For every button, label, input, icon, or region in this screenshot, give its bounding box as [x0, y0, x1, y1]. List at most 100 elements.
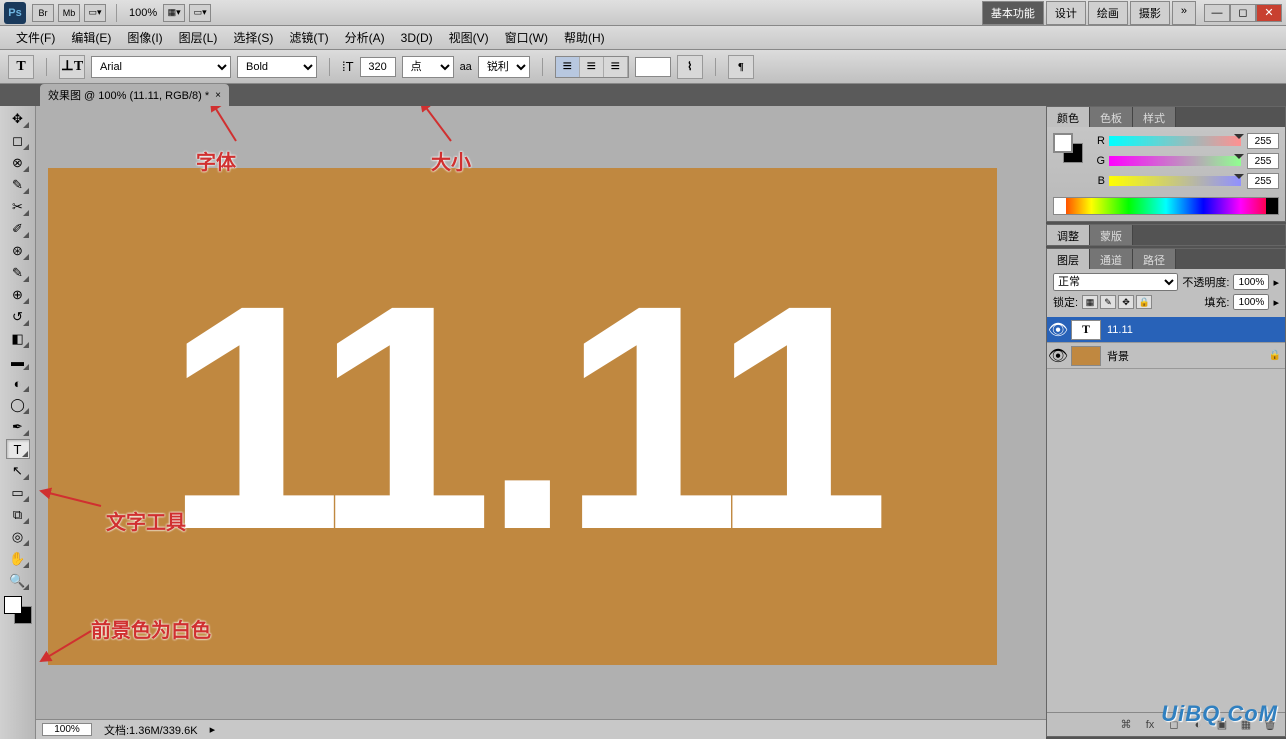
type-tool[interactable]: T: [6, 439, 30, 459]
workspace-tab-photography[interactable]: 摄影: [1130, 1, 1170, 25]
menu-help[interactable]: 帮助(H): [556, 26, 613, 49]
layer-name[interactable]: 11.11: [1107, 324, 1133, 336]
tab-masks[interactable]: 蒙版: [1090, 225, 1133, 245]
panel-fg-swatch[interactable]: [1053, 133, 1073, 153]
view-extras-button[interactable]: ▦▾: [163, 4, 185, 22]
tab-adjustments[interactable]: 调整: [1047, 225, 1090, 245]
shape-tool[interactable]: ▭: [6, 483, 30, 503]
workspace-tab-painting[interactable]: 绘画: [1088, 1, 1128, 25]
status-zoom-input[interactable]: [42, 723, 92, 736]
r-value[interactable]: [1247, 133, 1279, 149]
font-family-select[interactable]: Arial: [91, 56, 231, 78]
layer-item-background[interactable]: 👁 背景 🔒: [1047, 343, 1285, 369]
menu-layer[interactable]: 图层(L): [171, 26, 226, 49]
gradient-tool[interactable]: ▬: [6, 351, 30, 371]
canvas[interactable]: 11.11: [48, 168, 997, 665]
font-size-input[interactable]: [360, 57, 396, 77]
layer-fx-icon[interactable]: fx: [1141, 717, 1159, 733]
tab-channels[interactable]: 通道: [1090, 249, 1133, 269]
lock-transparency-icon[interactable]: ▦: [1082, 295, 1098, 309]
blur-tool[interactable]: ◐: [6, 373, 30, 393]
warp-text-button[interactable]: ⌇: [677, 55, 703, 79]
lock-pixels-icon[interactable]: ✎: [1100, 295, 1116, 309]
tool-preset-icon[interactable]: T: [8, 55, 34, 79]
g-value[interactable]: [1247, 153, 1279, 169]
path-select-tool[interactable]: ↖: [6, 461, 30, 481]
font-style-select[interactable]: Bold: [237, 56, 317, 78]
close-button[interactable]: ✕: [1256, 4, 1282, 22]
3d-tool[interactable]: ⧉: [6, 505, 30, 525]
brush-tool[interactable]: ✎: [6, 263, 30, 283]
opacity-input[interactable]: [1233, 274, 1269, 290]
antialias-select[interactable]: 锐利: [478, 56, 530, 78]
lock-all-icon[interactable]: 🔒: [1136, 295, 1152, 309]
layer-name[interactable]: 背景: [1107, 348, 1129, 364]
document-tab-close[interactable]: ×: [215, 90, 221, 101]
tab-swatches[interactable]: 色板: [1090, 107, 1133, 127]
crop-tool[interactable]: ✂: [6, 197, 30, 217]
align-center-button[interactable]: ≡: [580, 57, 604, 77]
hand-tool[interactable]: ✋: [6, 549, 30, 569]
layer-item-text[interactable]: 👁 T 11.11: [1047, 317, 1285, 343]
layer-thumb-text[interactable]: T: [1071, 320, 1101, 340]
foreground-color-swatch[interactable]: [4, 596, 22, 614]
eraser-tool[interactable]: ◧: [6, 329, 30, 349]
pen-tool[interactable]: ✒: [6, 417, 30, 437]
workspace-tab-design[interactable]: 设计: [1046, 1, 1086, 25]
quick-select-tool[interactable]: ✎: [6, 175, 30, 195]
eye-icon[interactable]: 👁: [1051, 323, 1065, 337]
marquee-tool[interactable]: ◻: [6, 131, 30, 151]
blend-mode-select[interactable]: 正常: [1053, 273, 1178, 291]
eyedropper-tool[interactable]: ✐: [6, 219, 30, 239]
layer-thumb-bg[interactable]: [1071, 346, 1101, 366]
3d-camera-tool[interactable]: ◎: [6, 527, 30, 547]
minibridge-button[interactable]: Mb: [58, 4, 80, 22]
workspace-more-button[interactable]: »: [1172, 1, 1196, 25]
stamp-tool[interactable]: ⊕: [6, 285, 30, 305]
dodge-tool[interactable]: ◯: [6, 395, 30, 415]
align-right-button[interactable]: ≡: [604, 57, 628, 77]
menu-edit[interactable]: 编辑(E): [63, 26, 119, 49]
link-layers-icon[interactable]: ⌘: [1117, 717, 1135, 733]
b-value[interactable]: [1247, 173, 1279, 189]
tab-styles[interactable]: 样式: [1133, 107, 1176, 127]
tab-layers[interactable]: 图层: [1047, 249, 1090, 269]
zoom-level[interactable]: 100%: [129, 7, 157, 19]
screen-mode-button[interactable]: ▭▾: [84, 4, 106, 22]
menu-select[interactable]: 选择(S): [225, 26, 281, 49]
character-panel-button[interactable]: ¶: [728, 55, 754, 79]
move-tool[interactable]: ✥: [6, 109, 30, 129]
color-picker[interactable]: [4, 596, 32, 624]
zoom-tool[interactable]: 🔍: [6, 571, 30, 591]
opacity-arrow-icon[interactable]: ▸: [1273, 276, 1279, 289]
r-slider[interactable]: [1109, 136, 1241, 146]
status-arrow-icon[interactable]: ▸: [210, 723, 216, 736]
menu-filter[interactable]: 滤镜(T): [281, 26, 336, 49]
workspace-tab-essentials[interactable]: 基本功能: [982, 1, 1044, 25]
lasso-tool[interactable]: ⊗: [6, 153, 30, 173]
fill-input[interactable]: [1233, 294, 1269, 310]
menu-window[interactable]: 窗口(W): [497, 26, 556, 49]
healing-tool[interactable]: ⊛: [6, 241, 30, 261]
lock-position-icon[interactable]: ✥: [1118, 295, 1134, 309]
align-left-button[interactable]: ≡: [556, 57, 580, 77]
canvas-text-layer[interactable]: 11.11: [165, 257, 880, 577]
spectrum-bar[interactable]: [1053, 197, 1279, 215]
minimize-button[interactable]: —: [1204, 4, 1230, 22]
eye-icon[interactable]: 👁: [1051, 349, 1065, 363]
menu-image[interactable]: 图像(I): [119, 26, 170, 49]
document-tab[interactable]: 效果图 @ 100% (11.11, RGB/8) * ×: [40, 84, 229, 106]
text-orientation-button[interactable]: ⊥T: [59, 55, 85, 79]
tab-paths[interactable]: 路径: [1133, 249, 1176, 269]
canvas-area[interactable]: 11.11 字体 大小 文字工具 前景色为白色: [36, 106, 1046, 739]
text-color-swatch[interactable]: [635, 57, 671, 77]
menu-file[interactable]: 文件(F): [8, 26, 63, 49]
font-size-unit-select[interactable]: 点: [402, 56, 454, 78]
arrange-button[interactable]: ▭▾: [189, 4, 211, 22]
maximize-button[interactable]: ◻: [1230, 4, 1256, 22]
b-slider[interactable]: [1109, 176, 1241, 186]
history-brush-tool[interactable]: ↺: [6, 307, 30, 327]
menu-3d[interactable]: 3D(D): [393, 28, 441, 48]
bridge-button[interactable]: Br: [32, 4, 54, 22]
g-slider[interactable]: [1109, 156, 1241, 166]
